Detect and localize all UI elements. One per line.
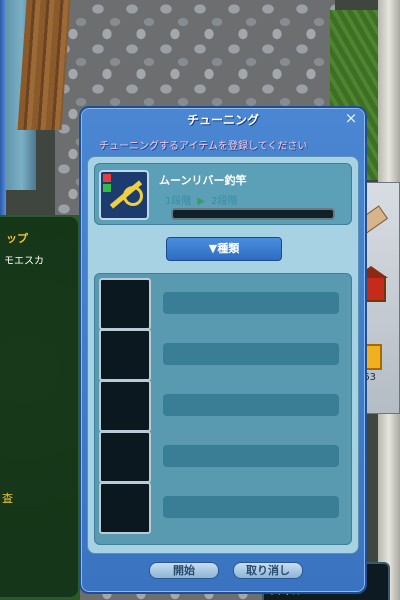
empty-slot-icon[interactable] [99,380,151,432]
stage-indicator: 1段階 ▶ 2段階 [165,192,237,207]
tuning-progress-bar [171,208,335,220]
close-icon[interactable]: × [343,110,359,126]
empty-slot-icon[interactable] [99,278,151,330]
material-slot-row[interactable] [99,482,347,534]
side-info-panel[interactable] [0,215,80,599]
status-red-icon [103,174,111,182]
stage-to: 2段階 [211,196,238,207]
slot-name-field [163,445,339,467]
slot-name-field [163,496,339,518]
side-panel-title: ップ [6,232,28,245]
slot-name-field [163,292,339,314]
empty-slot-icon[interactable] [99,329,151,381]
instruction-text: チューニングするアイテムを登録してください [99,141,308,152]
item-name: ムーンリバー釣竿 [159,174,247,187]
fishing-rod-icon[interactable] [99,170,149,220]
slot-name-field [163,343,339,365]
category-filter-button[interactable]: ▼種類 [166,237,282,261]
stage-arrow-icon: ▶ [197,196,206,207]
side-panel-name: モエスカ [4,256,44,267]
cancel-button[interactable]: 取り消し [233,562,303,579]
tuning-window: チューニング × チューニングするアイテムを登録してください ムーンリバー釣竿 … [79,106,367,594]
title-bar[interactable]: チューニング × [81,108,365,128]
material-list [94,273,352,545]
start-button[interactable]: 開始 [149,562,219,579]
side-panel-label: 査 [2,492,13,505]
content-panel: ムーンリバー釣竿 1段階 ▶ 2段階 ▼種類 [87,156,359,554]
status-green-icon [103,184,111,192]
material-slot-row[interactable] [99,431,347,483]
empty-slot-icon[interactable] [99,431,151,483]
reel-shape [123,186,143,206]
material-slot-row[interactable] [99,329,347,381]
slot-name-field [163,394,339,416]
empty-slot-icon[interactable] [99,482,151,534]
wooden-post [17,0,71,130]
stage-from: 1段階 [165,196,192,207]
material-slot-row[interactable] [99,278,347,330]
material-slot-row[interactable] [99,380,347,432]
registered-item-row[interactable]: ムーンリバー釣竿 1段階 ▶ 2段階 [94,163,352,225]
window-title: チューニング [186,113,259,127]
